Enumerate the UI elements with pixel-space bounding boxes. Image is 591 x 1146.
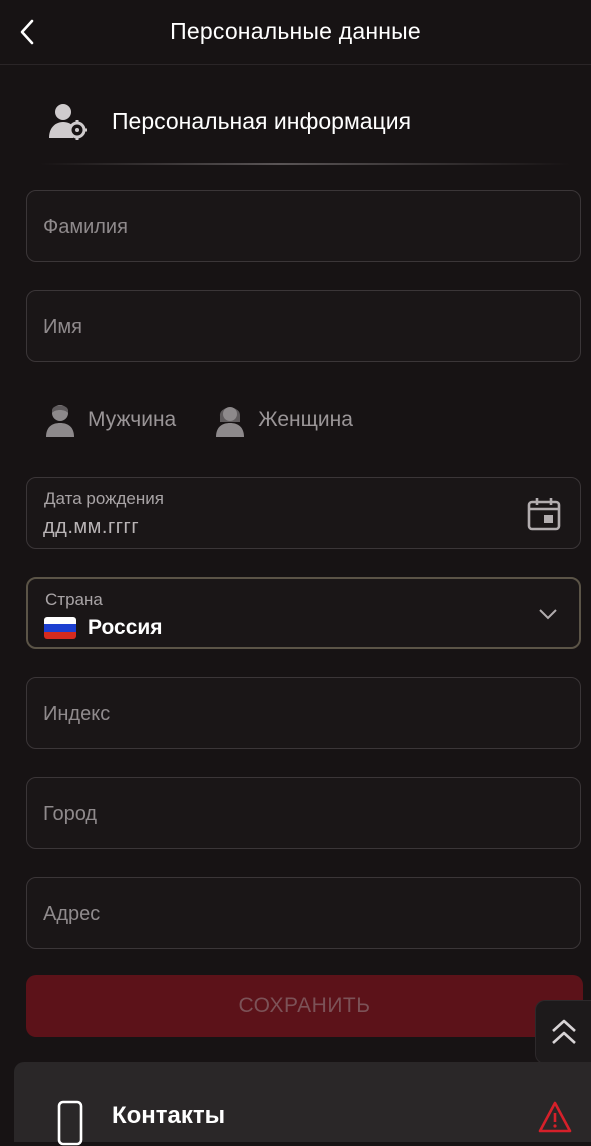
contacts-section[interactable]: Контакты — [14, 1062, 591, 1146]
scroll-top-button[interactable] — [535, 1000, 591, 1064]
birthdate-field[interactable]: Дата рождения дд.мм.гггг — [26, 477, 581, 549]
gender-selector: Мужчина Женщина — [44, 398, 391, 442]
gender-male-option[interactable]: Мужчина — [44, 402, 176, 438]
user-settings-icon — [49, 104, 87, 140]
birthdate-value: дд.мм.гггг — [43, 516, 140, 538]
gender-male-label: Мужчина — [88, 408, 177, 431]
section-divider — [40, 163, 570, 165]
calendar-icon[interactable] — [526, 496, 562, 532]
top-bar: Персональные данные — [0, 0, 591, 65]
section-header: Персональная информация — [46, 96, 411, 146]
gender-female-label: Женщина — [258, 408, 353, 431]
gender-female-option[interactable]: Женщина — [214, 402, 353, 438]
lastname-field-box — [26, 190, 581, 263]
country-selected: Россия — [44, 616, 163, 640]
firstname-input[interactable] — [41, 291, 565, 363]
country-value: Россия — [88, 616, 163, 639]
index-input[interactable] — [41, 678, 565, 750]
lastname-input[interactable] — [41, 191, 565, 263]
page-title: Персональные данные — [170, 18, 421, 44]
firstname-field-box — [26, 290, 581, 363]
scroll-top-icon — [551, 1019, 576, 1044]
chevron-down-icon — [539, 609, 557, 620]
city-input[interactable] — [41, 778, 565, 850]
warning-icon — [538, 1101, 572, 1133]
country-select[interactable]: Страна Россия — [26, 577, 581, 649]
contacts-title: Контакты — [112, 1102, 226, 1129]
birthdate-label: Дата рождения — [44, 489, 164, 508]
city-field-box — [26, 777, 581, 850]
male-icon — [46, 405, 74, 437]
index-field-box — [26, 677, 581, 750]
save-button[interactable]: СОХРАНИТЬ — [26, 975, 583, 1037]
russia-flag-icon — [44, 617, 76, 639]
country-label: Страна — [45, 590, 103, 609]
address-input[interactable] — [41, 878, 565, 950]
section-title: Персональная информация — [112, 107, 412, 134]
phone-icon — [57, 1100, 83, 1146]
female-icon — [216, 407, 245, 437]
address-field-box — [26, 877, 581, 950]
